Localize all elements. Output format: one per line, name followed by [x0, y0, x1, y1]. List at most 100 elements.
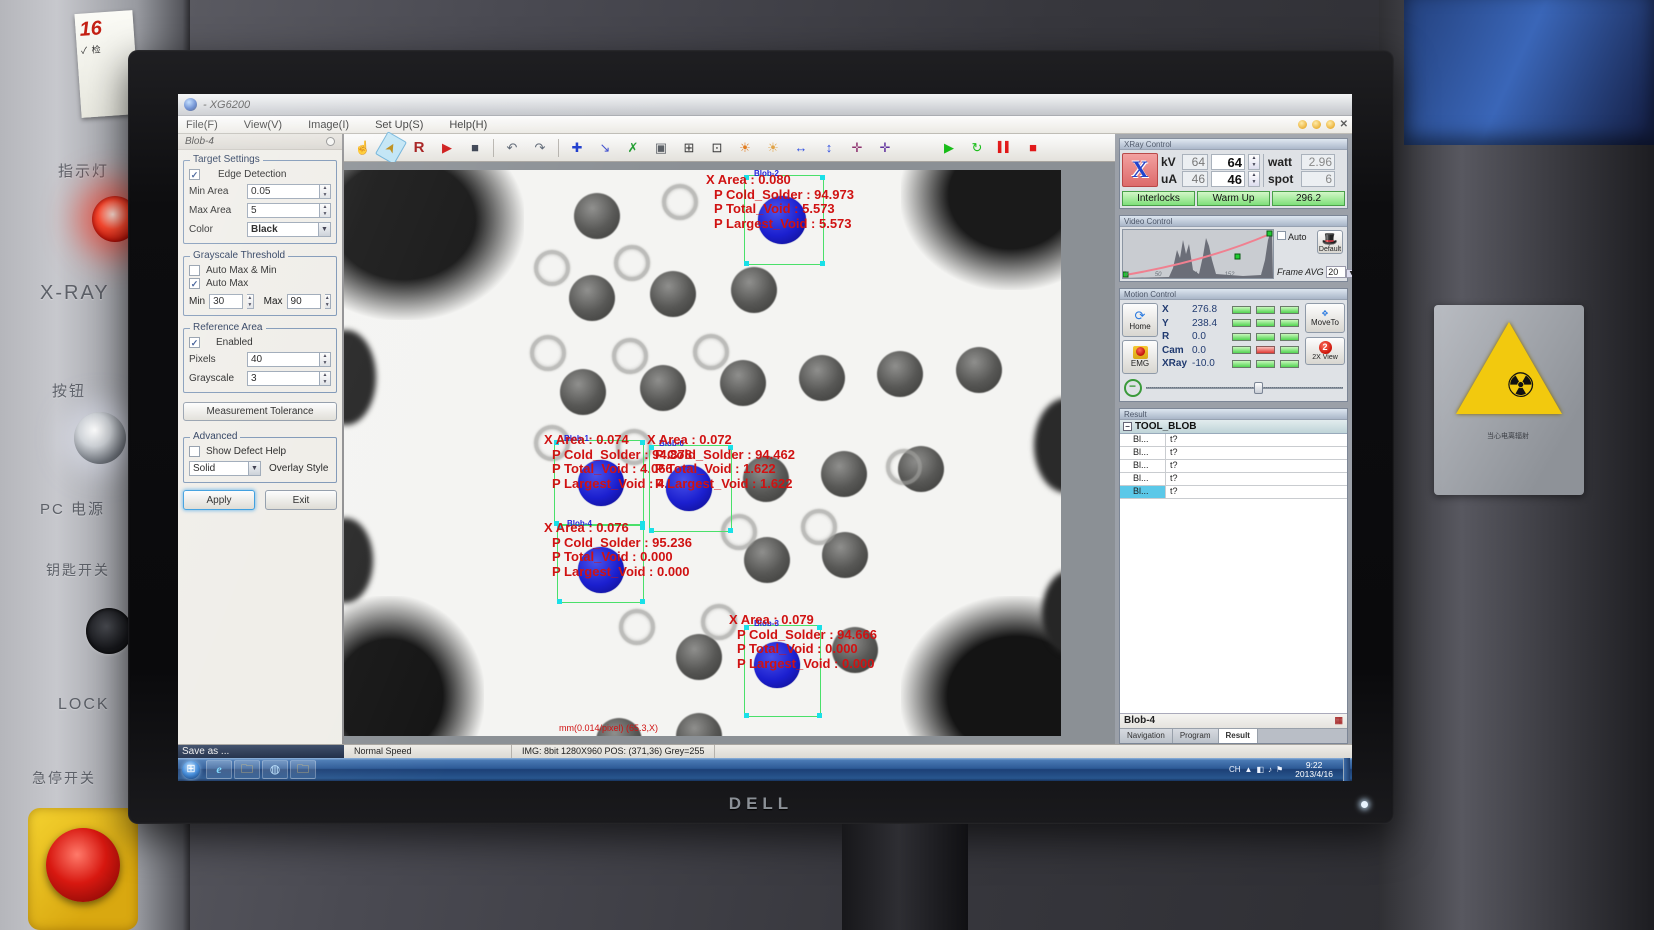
overlay-toggle-icon[interactable]: ✗	[620, 137, 646, 159]
collapse-icon[interactable]: −	[1123, 422, 1132, 431]
documents-folder-icon[interactable]: 🗀	[290, 760, 316, 779]
moveto-button[interactable]: ✥ MoveTo	[1305, 303, 1345, 333]
pixels-spinner[interactable]: ▲▼	[320, 352, 331, 367]
taskbar-clock[interactable]: 9:22 2013/4/16	[1289, 761, 1339, 779]
select-tool-icon[interactable]: ➤	[375, 131, 407, 165]
cross-measure-1-icon[interactable]: ✛	[844, 137, 870, 159]
zoom-in-icon[interactable]: ⊡	[704, 137, 730, 159]
ua-set-input[interactable]: 46	[1211, 171, 1245, 187]
tray-icon[interactable]: ◧	[1256, 765, 1264, 774]
min-area-spinner[interactable]: ▲▼	[320, 184, 331, 199]
chevron-down-icon[interactable]: ▼	[318, 222, 331, 237]
tray-icon[interactable]: CH	[1229, 765, 1241, 774]
explorer-folder-icon[interactable]: 🗀	[234, 760, 260, 779]
max-area-input[interactable]: 5	[247, 203, 320, 218]
result-row[interactable]: Bl...t?	[1120, 460, 1347, 473]
xray-image[interactable]: Blob-2X Area : 0.080P Cold_Solder : 94.9…	[344, 170, 1061, 736]
acq-stop-icon[interactable]: ■	[1020, 137, 1046, 159]
ua-spinner[interactable]: ▲▼	[1248, 171, 1260, 187]
zoom-out-icon[interactable]: ⊞	[676, 137, 702, 159]
maximize-button[interactable]	[1326, 120, 1335, 129]
max-area-spinner[interactable]: ▲▼	[320, 203, 331, 218]
tab-navigation[interactable]: Navigation	[1120, 729, 1173, 743]
panel-pin-icon[interactable]	[326, 137, 335, 146]
result-row[interactable]: Bl...t?	[1120, 486, 1347, 499]
acq-pause-icon[interactable]: ▌▌	[992, 137, 1018, 159]
home-button[interactable]: ⟳ Home	[1122, 303, 1158, 337]
ref-grayscale-spinner[interactable]: ▲▼	[320, 371, 331, 386]
frame-avg-select[interactable]: 20	[1326, 266, 1346, 278]
auto-checkbox[interactable]	[1277, 231, 1286, 240]
gs-min-input[interactable]: 30	[209, 294, 243, 309]
restore-button[interactable]	[1312, 120, 1321, 129]
acq-run-icon[interactable]: ▶	[936, 137, 962, 159]
warmup-button[interactable]: Warm Up	[1197, 191, 1270, 206]
chevron-down-icon[interactable]: ▼	[1346, 269, 1352, 278]
cube-view-icon[interactable]: ▣	[648, 137, 674, 159]
2x-view-button[interactable]: 2 2X View	[1305, 337, 1345, 365]
menu-image[interactable]: Image(I)	[308, 119, 349, 131]
tray-icon[interactable]: ⚑	[1276, 765, 1283, 774]
apply-button[interactable]: Apply	[183, 490, 255, 510]
brightness-down-icon[interactable]: ☀	[760, 137, 786, 159]
edge-detection-checkbox[interactable]: ✓	[189, 169, 200, 180]
ref-grayscale-input[interactable]: 3	[247, 371, 320, 386]
undo-icon[interactable]: ↶	[499, 137, 525, 159]
titlebar[interactable]: - XG6200	[178, 94, 1352, 116]
v-measure-icon[interactable]: ↕	[816, 137, 842, 159]
zoom-slider[interactable]	[1146, 381, 1343, 395]
histogram[interactable]: 050101152203	[1122, 229, 1274, 279]
menu-file[interactable]: File(F)	[186, 119, 218, 131]
auto-max-min-checkbox[interactable]	[189, 265, 200, 276]
exit-button[interactable]: Exit	[265, 490, 337, 510]
chevron-down-icon[interactable]: ▼	[248, 461, 261, 476]
tab-result[interactable]: Result	[1219, 729, 1258, 743]
network-app-icon[interactable]: ◍	[262, 760, 288, 779]
blob-name-row[interactable]: Blob-4 ▦	[1120, 713, 1347, 728]
tray-icon[interactable]: ♪	[1268, 765, 1272, 774]
zoom-slider-thumb[interactable]	[1254, 382, 1263, 394]
menu-setup[interactable]: Set Up(S)	[375, 119, 423, 131]
ref-enabled-checkbox[interactable]: ✓	[189, 337, 200, 348]
h-measure-icon[interactable]: ↔	[788, 137, 814, 159]
auto-max-checkbox[interactable]: ✓	[189, 278, 200, 289]
close-icon[interactable]: ✕	[1340, 119, 1348, 130]
pan-tool-icon[interactable]: ☝	[350, 137, 376, 159]
tray-icon[interactable]: ▲	[1245, 765, 1253, 774]
brightness-up-icon[interactable]: ☀	[732, 137, 758, 159]
run-tool-icon[interactable]: ▶	[434, 137, 460, 159]
result-row[interactable]: Bl...t?	[1120, 434, 1347, 447]
result-row[interactable]: Bl...t?	[1120, 473, 1347, 486]
emg-button[interactable]: EMG	[1122, 340, 1158, 374]
xray-power-button[interactable]: X	[1122, 153, 1158, 187]
gs-min-spinner[interactable]: ▲▼	[247, 294, 253, 309]
min-area-input[interactable]: 0.05	[247, 184, 320, 199]
show-defect-help-checkbox[interactable]	[189, 446, 200, 457]
cross-measure-2-icon[interactable]: ✛	[872, 137, 898, 159]
pixels-input[interactable]: 40	[247, 352, 320, 367]
stop-tool-icon[interactable]: ■	[462, 137, 488, 159]
color-select[interactable]: Black	[247, 222, 318, 237]
default-button[interactable]: 🎩Default	[1317, 230, 1343, 254]
kv-set-input[interactable]: 64	[1211, 154, 1245, 170]
show-desktop-button[interactable]	[1343, 758, 1350, 781]
menu-view[interactable]: View(V)	[244, 119, 282, 131]
measurement-tolerance-button[interactable]: Measurement Tolerance	[183, 402, 337, 421]
gs-max-input[interactable]: 90	[287, 294, 321, 309]
interlocks-button[interactable]: Interlocks	[1122, 191, 1195, 206]
minimize-button[interactable]	[1298, 120, 1307, 129]
result-row[interactable]: Bl...t?	[1120, 447, 1347, 460]
kv-spinner[interactable]: ▲▼	[1248, 154, 1260, 170]
zoom-out-magnifier-icon[interactable]	[1124, 379, 1142, 397]
acq-loop-icon[interactable]: ↻	[964, 137, 990, 159]
xray-image-area[interactable]: Blob-2X Area : 0.080P Cold_Solder : 94.9…	[344, 162, 1115, 744]
tool-blob-node[interactable]: − TOOL_BLOB	[1120, 420, 1347, 434]
pick-point-icon[interactable]: ↘	[592, 137, 618, 159]
start-button[interactable]: ⊞	[182, 761, 200, 779]
internet-explorer-icon[interactable]: e	[206, 760, 232, 779]
fit-view-icon[interactable]: ✚	[564, 137, 590, 159]
tab-program[interactable]: Program	[1173, 729, 1219, 743]
redo-icon[interactable]: ↷	[527, 137, 553, 159]
menu-help[interactable]: Help(H)	[449, 119, 487, 131]
gs-max-spinner[interactable]: ▲▼	[325, 294, 331, 309]
